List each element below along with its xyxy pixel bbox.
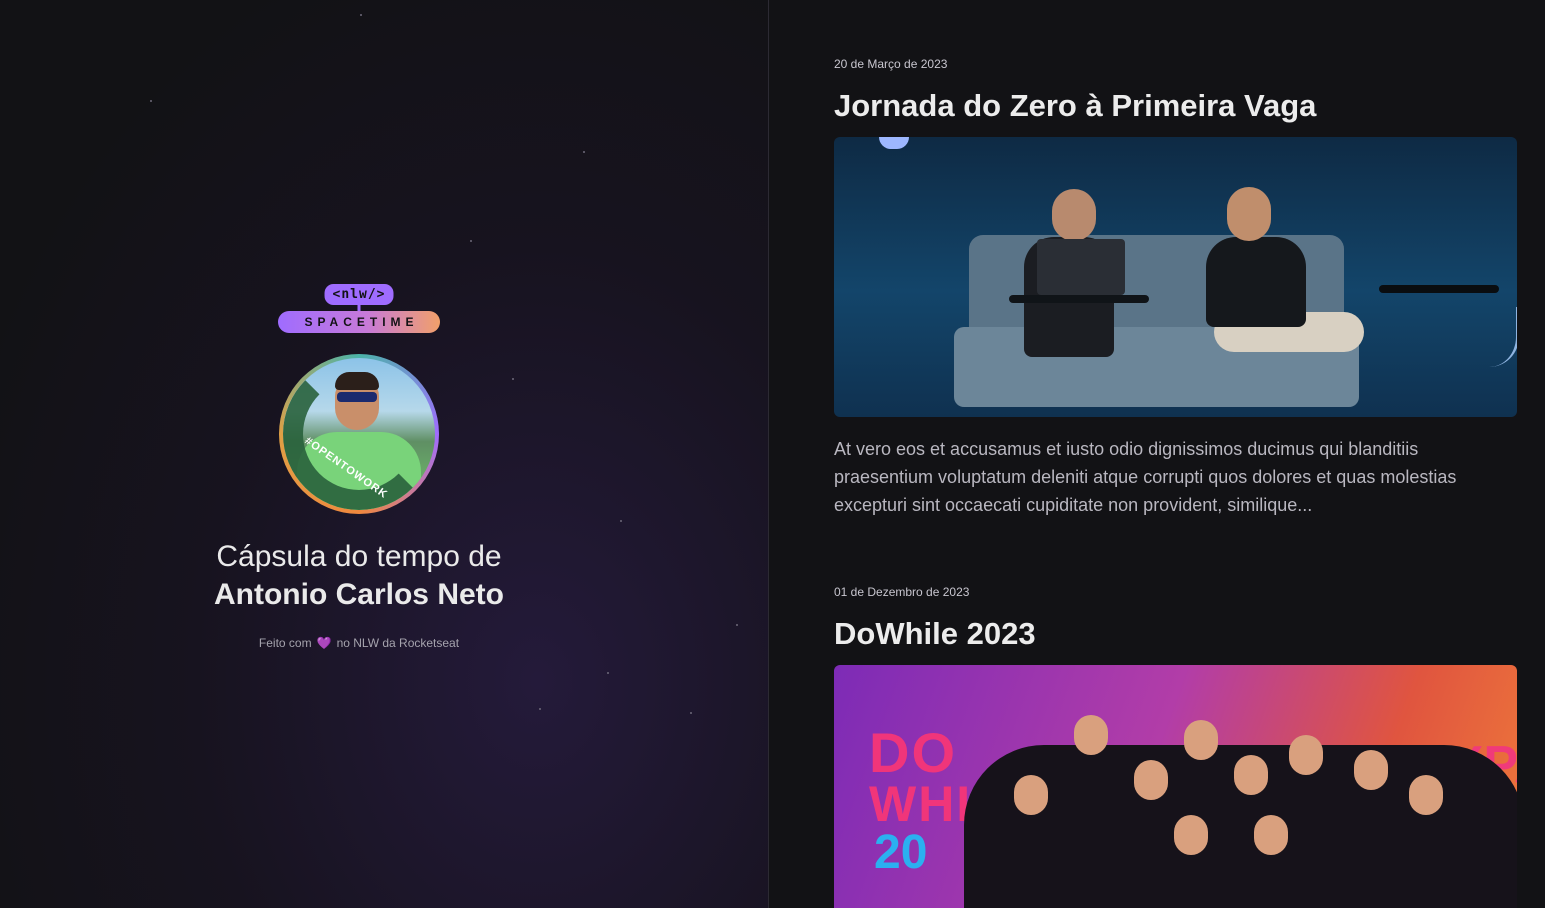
star xyxy=(470,240,472,242)
star xyxy=(583,151,585,153)
memories-feed[interactable]: 20 de Março de 2023 Jornada do Zero à Pr… xyxy=(770,0,1545,908)
crowd-head xyxy=(1134,760,1168,800)
star xyxy=(150,100,152,102)
credits-footer: Feito com 💜 no NLW da Rocketseat xyxy=(259,636,459,650)
crowd-head xyxy=(1184,720,1218,760)
crowd-head xyxy=(1409,775,1443,815)
memory-date: 20 de Março de 2023 xyxy=(834,57,948,71)
memory-title: Jornada do Zero à Primeira Vaga xyxy=(834,88,1317,123)
profile-content: <nlw/> SPACETIME #OPENTOWORK Cápsula do … xyxy=(0,284,718,650)
capsule-title: Cápsula do tempo de xyxy=(216,540,502,573)
crowd-head xyxy=(1254,815,1288,855)
heart-icon: 💜 xyxy=(316,636,332,650)
memory-image: DO WHI 20 EXPA xyxy=(834,665,1517,908)
person-right-body xyxy=(1206,237,1306,327)
memory-image xyxy=(834,137,1517,417)
memory-title: DoWhile 2023 xyxy=(834,616,1036,651)
crowd-head xyxy=(1234,755,1268,795)
side-table xyxy=(1009,295,1149,303)
person-right-head xyxy=(1227,187,1271,241)
footer-text-after: no NLW da Rocketseat xyxy=(336,636,460,650)
memory-card: 20 de Março de 2023 Jornada do Zero à Pr… xyxy=(834,57,1517,519)
footer-text-before: Feito com xyxy=(258,636,312,650)
star xyxy=(690,712,692,714)
memory-excerpt: At vero eos et accusamus et iusto odio d… xyxy=(834,439,1457,515)
nlw-spacetime-logo: <nlw/> SPACETIME xyxy=(278,284,440,334)
owner-name: Antonio Carlos Neto xyxy=(214,578,504,611)
image-text-20: 20 xyxy=(874,826,928,879)
crowd-head xyxy=(1174,815,1208,855)
star xyxy=(539,708,541,710)
memory-card: 01 de Dezembro de 2023 DoWhile 2023 DO W… xyxy=(834,585,1517,908)
logo-spacetime: SPACETIME xyxy=(278,311,440,333)
avatar-ring: #OPENTOWORK xyxy=(279,354,439,514)
crowd-head xyxy=(1014,775,1048,815)
logo-nlw-tag: <nlw/> xyxy=(324,284,394,305)
crowd-head xyxy=(1289,735,1323,775)
logo-connector xyxy=(357,303,361,311)
crowd-head xyxy=(1074,715,1108,755)
stage-light xyxy=(879,137,909,149)
star xyxy=(736,624,738,626)
star xyxy=(360,14,362,16)
star xyxy=(607,672,609,674)
laptop xyxy=(1037,239,1125,295)
desk xyxy=(1379,285,1499,293)
crowd-head xyxy=(1354,750,1388,790)
stage-light-strip xyxy=(1489,307,1517,367)
profile-panel: <nlw/> SPACETIME #OPENTOWORK Cápsula do … xyxy=(0,0,769,908)
opentowork-frame xyxy=(283,358,435,510)
avatar: #OPENTOWORK xyxy=(283,358,435,510)
memory-date: 01 de Dezembro de 2023 xyxy=(834,585,970,599)
person-left-head xyxy=(1052,189,1096,241)
